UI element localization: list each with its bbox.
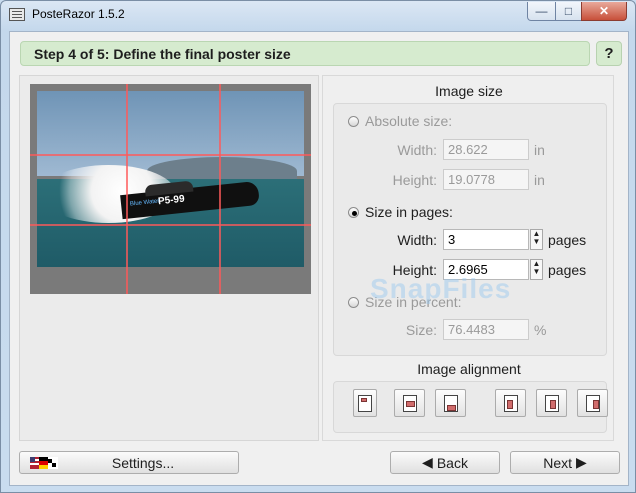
page-grid-line-vertical <box>219 84 221 294</box>
absolute-width-row: Width: 28.622 in <box>379 139 545 160</box>
absolute-size-label: Absolute size: <box>365 113 453 129</box>
align-left-icon <box>507 400 513 409</box>
absolute-size-option[interactable]: Absolute size: <box>348 113 452 129</box>
pages-height-unit: pages <box>548 261 587 278</box>
settings-button[interactable]: Settings... <box>19 451 239 474</box>
pages-height-spinner[interactable]: ▲ ▼ <box>530 259 543 280</box>
close-icon: ✕ <box>598 4 610 18</box>
decrement-icon[interactable]: ▼ <box>531 238 542 246</box>
align-middle-button[interactable] <box>536 389 567 417</box>
minimize-button[interactable]: — <box>527 2 556 21</box>
absolute-height-row: Height: 19.0778 in <box>379 169 545 190</box>
align-top-left-button[interactable] <box>353 389 377 417</box>
percent-size-unit: % <box>534 321 547 338</box>
language-flags-icon <box>30 457 58 469</box>
back-button[interactable]: ◀ Back <box>390 451 500 474</box>
percent-size-field[interactable]: 76.4483 <box>443 319 529 340</box>
window-title: PosteRazor 1.5.2 <box>32 7 125 21</box>
absolute-size-radio[interactable] <box>348 115 359 127</box>
page-grid-line-vertical <box>126 84 128 294</box>
page-grid-line-horizontal <box>30 154 311 156</box>
align-center-button[interactable] <box>394 389 425 417</box>
align-top-left-icon <box>361 398 367 402</box>
size-in-pages-label: Size in pages: <box>365 204 453 220</box>
absolute-width-label: Width: <box>397 141 437 158</box>
pages-width-spinner[interactable]: ▲ ▼ <box>530 229 543 250</box>
app-icon <box>9 8 25 21</box>
dialog-content: Step 4 of 5: Define the final poster siz… <box>9 31 629 486</box>
next-button[interactable]: Next ▶ <box>510 451 620 474</box>
arrow-right-icon: ▶ <box>576 454 587 470</box>
align-bottom-button[interactable] <box>435 389 466 417</box>
step-header: Step 4 of 5: Define the final poster siz… <box>20 41 590 66</box>
image-size-title: Image size <box>435 83 503 99</box>
next-label: Next <box>543 454 572 471</box>
align-bottom-icon <box>447 405 456 411</box>
arrow-left-icon: ◀ <box>422 454 433 470</box>
watermark: SnapFiles <box>370 273 512 304</box>
percent-size-row: Size: 76.4483 % <box>379 319 546 340</box>
absolute-height-label: Height: <box>392 171 437 188</box>
align-left-button[interactable] <box>495 389 526 417</box>
pages-width-field[interactable]: 3 <box>443 229 529 250</box>
back-label: Back <box>436 454 468 471</box>
size-in-pages-radio[interactable] <box>348 206 359 218</box>
preview-image: P5-99 Blue Water <box>37 91 304 267</box>
poster-preview: P5-99 Blue Water <box>19 75 319 441</box>
pages-width-unit: pages <box>548 231 587 248</box>
decrement-icon[interactable]: ▼ <box>531 268 542 276</box>
poster-sheet: P5-99 Blue Water <box>30 84 311 294</box>
align-center-icon <box>406 401 415 407</box>
align-right-button[interactable] <box>577 389 608 417</box>
align-right-icon <box>593 400 599 409</box>
absolute-height-unit: in <box>534 171 545 188</box>
app-window: PosteRazor 1.5.2 — □ ✕ Step 4 of 5: Defi… <box>0 0 636 493</box>
size-in-percent-radio[interactable] <box>348 296 359 308</box>
absolute-width-unit: in <box>534 141 545 158</box>
align-middle-icon <box>550 400 556 409</box>
pages-width-label: Width: <box>397 231 437 248</box>
image-alignment-title: Image alignment <box>417 361 521 377</box>
settings-label: Settings... <box>111 454 175 471</box>
page-grid-line-horizontal <box>30 224 311 226</box>
percent-size-label: Size: <box>405 321 437 338</box>
minimize-icon: — <box>535 4 548 18</box>
absolute-height-field[interactable]: 19.0778 <box>443 169 529 190</box>
size-in-pages-option[interactable]: Size in pages: <box>348 204 453 220</box>
absolute-width-field[interactable]: 28.622 <box>443 139 529 160</box>
help-button[interactable]: ? <box>596 41 622 66</box>
settings-panel: Image size Absolute size: Width: 28.622 … <box>322 75 614 441</box>
maximize-icon: □ <box>564 4 573 18</box>
close-button[interactable]: ✕ <box>581 2 627 21</box>
pages-width-row: Width: 3 ▲ ▼ pages <box>379 229 586 250</box>
maximize-button[interactable]: □ <box>555 2 582 21</box>
title-bar[interactable]: PosteRazor 1.5.2 — □ ✕ <box>1 1 635 29</box>
